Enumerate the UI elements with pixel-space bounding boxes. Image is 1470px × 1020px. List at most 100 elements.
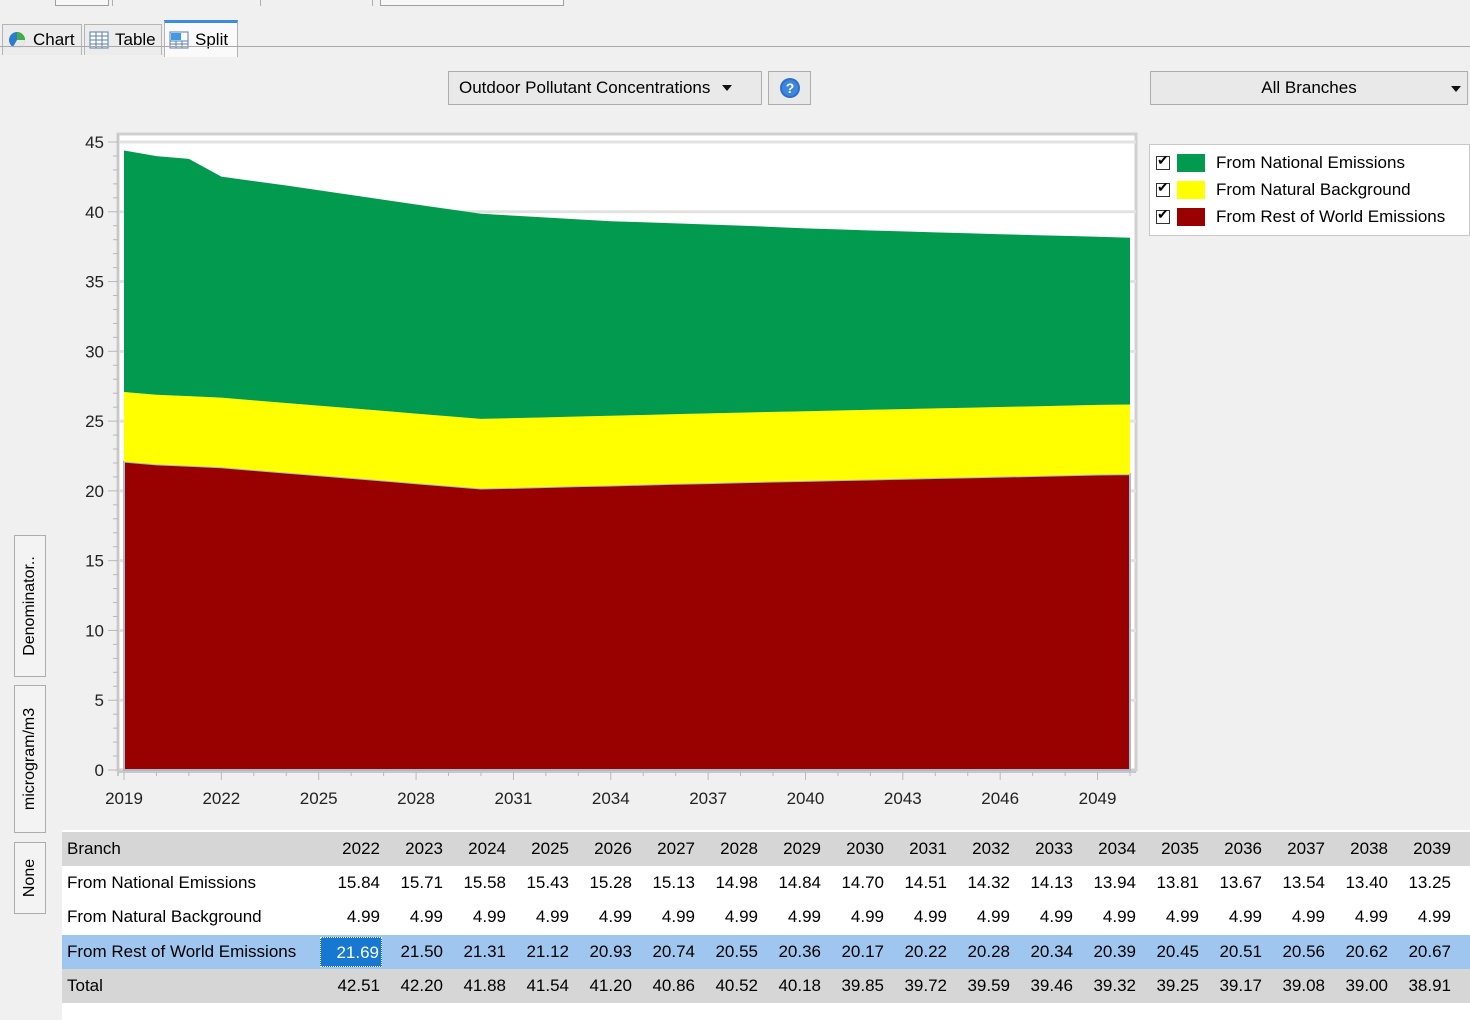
table-cell[interactable]: 2034 — [1076, 839, 1136, 859]
table-cell[interactable]: 39.46 — [1013, 976, 1073, 996]
table-row-total[interactable]: Total 42.51 42.20 41.88 41.54 41.20 40.86 40.52… — [62, 969, 1470, 1003]
legend-item-national[interactable]: From National Emissions — [1156, 152, 1405, 174]
legend-item-natural[interactable]: From Natural Background — [1156, 179, 1411, 201]
table-cell[interactable]: 42.51 — [320, 976, 380, 996]
help-button[interactable]: ? — [768, 71, 811, 105]
legend-checkbox-natural[interactable] — [1156, 179, 1170, 197]
table-cell[interactable]: 39.32 — [1076, 976, 1136, 996]
toolbar-control[interactable] — [55, 0, 109, 6]
table-cell[interactable]: 21.12 — [509, 942, 569, 962]
table-cell[interactable]: 14.32 — [950, 873, 1010, 893]
tab-split[interactable]: Split — [164, 20, 238, 57]
table-cell[interactable]: 20.51 — [1202, 942, 1262, 962]
table-row-national[interactable]: From National Emissions 15.84 15.71 15.58 15… — [62, 866, 1470, 900]
tab-chart[interactable]: Chart — [2, 24, 82, 55]
table-cell[interactable]: 2023 — [383, 839, 443, 859]
table-cell[interactable]: 4.99 — [320, 907, 380, 927]
table-cell[interactable]: 21.31 — [446, 942, 506, 962]
table-cell[interactable]: 14.51 — [887, 873, 947, 893]
table-cell[interactable]: 20.62 — [1328, 942, 1388, 962]
table-cell[interactable]: 4.99 — [950, 907, 1010, 927]
table-cell[interactable]: 2039 — [1391, 839, 1451, 859]
table-cell[interactable]: 39.59 — [950, 976, 1010, 996]
table-cell[interactable]: 20.34 — [1013, 942, 1073, 962]
legend-item-rest[interactable]: From Rest of World Emissions — [1156, 206, 1445, 228]
table-cell[interactable]: 4.99 — [761, 907, 821, 927]
table-cell[interactable]: 20.67 — [1391, 942, 1451, 962]
table-row-natural[interactable]: From Natural Background 4.99 4.99 4.99 4.99 4… — [62, 900, 1470, 934]
table-cell[interactable]: 41.54 — [509, 976, 569, 996]
table-cell[interactable]: 4.99 — [1391, 907, 1451, 927]
table-cell[interactable]: 21.50 — [383, 942, 443, 962]
legend-checkbox-rest[interactable] — [1156, 206, 1170, 224]
table-cell[interactable]: 15.13 — [635, 873, 695, 893]
table-cell[interactable]: 2027 — [635, 839, 695, 859]
table-cell[interactable]: 4.99 — [1013, 907, 1073, 927]
table-cell[interactable]: 13.54 — [1265, 873, 1325, 893]
table-header-row[interactable]: Branch 2022 2023 2024 2025 2026 2027 2028 2029 20… — [62, 832, 1470, 866]
table-cell[interactable]: 20.56 — [1265, 942, 1325, 962]
denominator-tab[interactable]: Denominator.. — [14, 535, 46, 677]
table-cell[interactable]: 20.74 — [635, 942, 695, 962]
table-cell[interactable]: 39.25 — [1139, 976, 1199, 996]
table-cell[interactable]: 20.93 — [572, 942, 632, 962]
table-cell[interactable]: 13.25 — [1391, 873, 1451, 893]
table-cell[interactable]: 38.91 — [1391, 976, 1451, 996]
table-cell[interactable]: 13.94 — [1076, 873, 1136, 893]
table-cell[interactable]: 4.99 — [1202, 907, 1262, 927]
table-cell[interactable]: 4.99 — [1328, 907, 1388, 927]
table-cell[interactable]: 4.99 — [446, 907, 506, 927]
table-cell[interactable]: 42.20 — [383, 976, 443, 996]
table-cell[interactable]: 14.84 — [761, 873, 821, 893]
table-cell[interactable]: 40.86 — [635, 976, 695, 996]
table-cell[interactable]: 20.17 — [824, 942, 884, 962]
table-cell[interactable]: 13.81 — [1139, 873, 1199, 893]
table-cell[interactable]: 4.99 — [698, 907, 758, 927]
table-cell[interactable]: 2029 — [761, 839, 821, 859]
table-cell[interactable]: 39.85 — [824, 976, 884, 996]
table-cell[interactable]: 39.17 — [1202, 976, 1262, 996]
table-cell[interactable]: 2035 — [1139, 839, 1199, 859]
table-cell[interactable]: 2038 — [1328, 839, 1388, 859]
table-cell[interactable]: 39.00 — [1328, 976, 1388, 996]
toolbar-control[interactable] — [380, 0, 564, 6]
table-cell[interactable]: 15.71 — [383, 873, 443, 893]
branch-select[interactable]: All Branches — [1150, 71, 1468, 105]
table-cell[interactable]: 2033 — [1013, 839, 1073, 859]
table-cell[interactable]: 14.98 — [698, 873, 758, 893]
table-cell[interactable]: 41.88 — [446, 976, 506, 996]
table-cell[interactable]: 40.18 — [761, 976, 821, 996]
table-cell[interactable]: 2024 — [446, 839, 506, 859]
table-cell[interactable]: 20.28 — [950, 942, 1010, 962]
table-cell[interactable]: 4.99 — [887, 907, 947, 927]
table-cell[interactable]: 4.99 — [635, 907, 695, 927]
table-cell[interactable]: 20.39 — [1076, 942, 1136, 962]
table-cell[interactable]: 14.70 — [824, 873, 884, 893]
table-cell[interactable]: 4.99 — [1076, 907, 1136, 927]
table-cell[interactable]: 20.36 — [761, 942, 821, 962]
table-cell[interactable]: 40.52 — [698, 976, 758, 996]
table-cell[interactable]: 2028 — [698, 839, 758, 859]
table-cell[interactable]: 4.99 — [824, 907, 884, 927]
table-cell[interactable]: 15.84 — [320, 873, 380, 893]
table-cell[interactable]: 4.99 — [383, 907, 443, 927]
table-cell[interactable]: 2025 — [509, 839, 569, 859]
table-cell[interactable]: 2030 — [824, 839, 884, 859]
unit-tab[interactable]: microgram/m3 — [14, 685, 46, 833]
table-cell[interactable]: 2037 — [1265, 839, 1325, 859]
table-cell[interactable]: 15.58 — [446, 873, 506, 893]
table-cell[interactable]: 20.22 — [887, 942, 947, 962]
table-cell[interactable]: 2032 — [950, 839, 1010, 859]
table-cell[interactable]: 15.43 — [509, 873, 569, 893]
table-cell[interactable]: 20.55 — [698, 942, 758, 962]
table-cell[interactable]: 4.99 — [1265, 907, 1325, 927]
table-row-rest[interactable]: From Rest of World Emissions 21.69 21.50 21… — [62, 935, 1470, 969]
none-tab[interactable]: None — [14, 842, 46, 914]
table-cell[interactable]: 21.69 — [320, 937, 382, 967]
table-cell[interactable]: 39.08 — [1265, 976, 1325, 996]
indicator-select[interactable]: Outdoor Pollutant Concentrations — [448, 71, 762, 105]
table-cell[interactable]: 14.13 — [1013, 873, 1073, 893]
table-cell[interactable]: 2031 — [887, 839, 947, 859]
table-cell[interactable]: 4.99 — [1139, 907, 1199, 927]
table-cell[interactable]: 2026 — [572, 839, 632, 859]
